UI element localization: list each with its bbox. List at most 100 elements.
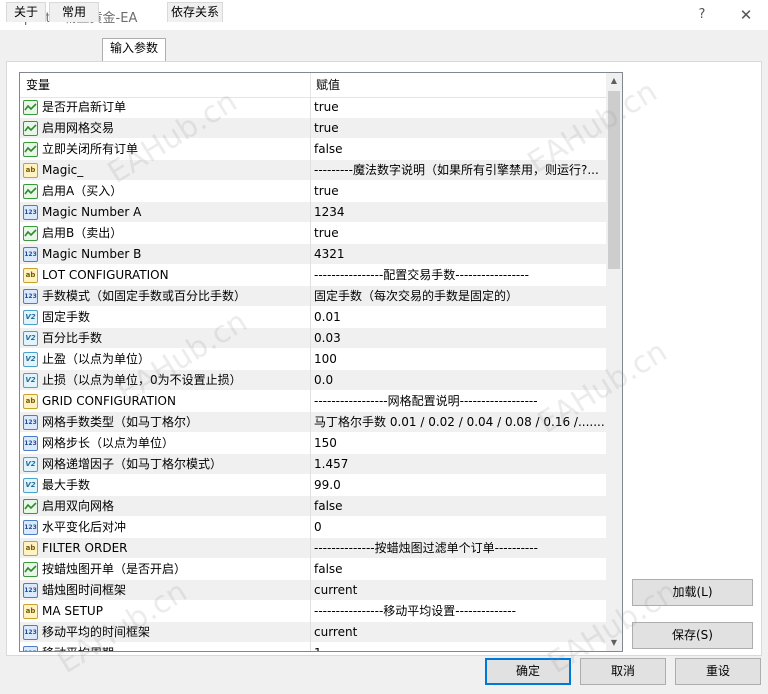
parameter-row[interactable]: 123 移动平均的时间框架 current	[20, 622, 606, 643]
tab-common[interactable]: 常用	[49, 2, 99, 22]
parameter-row[interactable]: 123 蜡烛图时间框架 current	[20, 580, 606, 601]
value-cell[interactable]: --------------按蜡烛图过滤单个订单----------	[311, 538, 609, 559]
value-cell[interactable]: 固定手数（每次交易的手数是固定的）	[311, 286, 609, 307]
value-cell[interactable]: 1.457	[311, 454, 609, 475]
parameter-row[interactable]: 123 网格步长（以点为单位） 150	[20, 433, 606, 454]
parameter-row[interactable]: 按蜡烛图开单（是否开启） false	[20, 559, 606, 580]
value-cell[interactable]: ----------------移动平均设置--------------	[311, 601, 609, 622]
value-cell[interactable]: 0	[311, 517, 609, 538]
value-cell[interactable]: -----------------网格配置说明-----------------…	[311, 391, 609, 412]
value-cell[interactable]: true	[311, 223, 609, 244]
close-button[interactable]: ✕	[734, 4, 758, 26]
variable-cell[interactable]: V2 止盈（以点为单位）	[20, 349, 310, 370]
value-cell[interactable]: false	[311, 139, 609, 160]
parameter-row[interactable]: 123 Magic Number A 1234	[20, 202, 606, 223]
parameter-row[interactable]: ab FILTER ORDER --------------按蜡烛图过滤单个订单--…	[20, 538, 606, 559]
variable-cell[interactable]: V2 止损（以点为单位，0为不设置止损）	[20, 370, 310, 391]
parameter-row[interactable]: V2 最大手数 99.0	[20, 475, 606, 496]
scroll-down-icon[interactable]: ▼	[606, 635, 622, 651]
value-cell[interactable]: 4321	[311, 244, 609, 265]
value-cell[interactable]: 1	[311, 643, 609, 651]
parameter-row[interactable]: V2 网格递增因子（如马丁格尔模式） 1.457	[20, 454, 606, 475]
scroll-thumb[interactable]	[608, 91, 620, 269]
tab-dependencies[interactable]: 依存关系	[167, 2, 223, 22]
value-cell[interactable]: 99.0	[311, 475, 609, 496]
variable-cell[interactable]: 启用B（卖出）	[20, 223, 310, 244]
parameter-row[interactable]: V2 固定手数 0.01	[20, 307, 606, 328]
parameter-row[interactable]: ab MA SETUP ----------------移动平均设置--------…	[20, 601, 606, 622]
variable-cell[interactable]: 123 蜡烛图时间框架	[20, 580, 310, 601]
variable-cell[interactable]: V2 网格递增因子（如马丁格尔模式）	[20, 454, 310, 475]
tab-about[interactable]: 关于	[6, 2, 46, 22]
parameter-row[interactable]: ab LOT CONFIGURATION ----------------配置交易手…	[20, 265, 606, 286]
vertical-scrollbar[interactable]: ▲ ▼	[606, 73, 622, 651]
value-cell[interactable]: ---------魔法数字说明（如果所有引擎禁用，则运行?...	[311, 160, 609, 181]
value-cell[interactable]: current	[311, 622, 609, 643]
variable-cell[interactable]: 123 手数模式（如固定手数或百分比手数）	[20, 286, 310, 307]
variable-cell[interactable]: 123 Magic Number A	[20, 202, 310, 223]
value-cell[interactable]: 0.0	[311, 370, 609, 391]
parameter-row[interactable]: ab GRID CONFIGURATION -----------------网格配…	[20, 391, 606, 412]
variable-cell[interactable]: V2 百分比手数	[20, 328, 310, 349]
parameter-row[interactable]: 123 手数模式（如固定手数或百分比手数） 固定手数（每次交易的手数是固定的）	[20, 286, 606, 307]
value-cell[interactable]: 0.03	[311, 328, 609, 349]
variable-cell[interactable]: 123 移动平均周期	[20, 643, 310, 651]
variable-cell[interactable]: 启用网格交易	[20, 118, 310, 139]
parameter-row[interactable]: 启用双向网格 false	[20, 496, 606, 517]
value-cell[interactable]: true	[311, 181, 609, 202]
parameter-row[interactable]: V2 百分比手数 0.03	[20, 328, 606, 349]
value-cell[interactable]: true	[311, 97, 609, 118]
variable-cell[interactable]: 123 网格手数类型（如马丁格尔）	[20, 412, 310, 433]
variable-cell[interactable]: ab GRID CONFIGURATION	[20, 391, 310, 412]
variable-cell[interactable]: 启用A（买入）	[20, 181, 310, 202]
value-cell[interactable]: 150	[311, 433, 609, 454]
variable-cell[interactable]: V2 最大手数	[20, 475, 310, 496]
value-cell[interactable]: false	[311, 496, 609, 517]
variable-cell[interactable]: 按蜡烛图开单（是否开启）	[20, 559, 310, 580]
variable-cell[interactable]: 123 网格步长（以点为单位）	[20, 433, 310, 454]
variable-cell[interactable]: 123 Magic Number B	[20, 244, 310, 265]
variable-cell[interactable]: V2 固定手数	[20, 307, 310, 328]
parameter-row[interactable]: 123 水平变化后对冲 0	[20, 517, 606, 538]
value-cell[interactable]: 1234	[311, 202, 609, 223]
value-cell[interactable]: ----------------配置交易手数-----------------	[311, 265, 609, 286]
variable-cell[interactable]: ab FILTER ORDER	[20, 538, 310, 559]
tab-inputs[interactable]: 输入参数	[102, 38, 166, 61]
load-button[interactable]: 加载(L)	[632, 579, 753, 606]
help-button[interactable]: ?	[690, 4, 714, 26]
parameter-row[interactable]: V2 止盈（以点为单位） 100	[20, 349, 606, 370]
reset-button[interactable]: 重设	[675, 658, 761, 685]
parameter-row[interactable]: 启用B（卖出） true	[20, 223, 606, 244]
variable-cell[interactable]: 立即关闭所有订单	[20, 139, 310, 160]
variable-cell[interactable]: 启用双向网格	[20, 496, 310, 517]
value-cell[interactable]: false	[311, 559, 609, 580]
value-cell[interactable]: 100	[311, 349, 609, 370]
parameter-row[interactable]: 启用A（买入） true	[20, 181, 606, 202]
parameter-row[interactable]: 启用网格交易 true	[20, 118, 606, 139]
ok-button[interactable]: 确定	[485, 658, 571, 685]
scroll-up-icon[interactable]: ▲	[606, 73, 622, 89]
variable-cell[interactable]: 123 水平变化后对冲	[20, 517, 310, 538]
parameter-row[interactable]: 是否开启新订单 true	[20, 97, 606, 118]
parameter-row[interactable]: 立即关闭所有订单 false	[20, 139, 606, 160]
value-cell[interactable]: 马丁格尔手数 0.01 / 0.02 / 0.04 / 0.08 / 0.16 …	[311, 412, 609, 433]
parameter-row[interactable]: 123 网格手数类型（如马丁格尔） 马丁格尔手数 0.01 / 0.02 / 0.0…	[20, 412, 606, 433]
parameter-row[interactable]: V2 止损（以点为单位，0为不设置止损） 0.0	[20, 370, 606, 391]
value-cell[interactable]: current	[311, 580, 609, 601]
value-cell[interactable]: true	[311, 118, 609, 139]
column-header-value[interactable]: 赋值	[316, 73, 340, 97]
save-button[interactable]: 保存(S)	[632, 622, 753, 649]
variable-cell[interactable]: 123 移动平均的时间框架	[20, 622, 310, 643]
cancel-button[interactable]: 取消	[580, 658, 666, 685]
parameter-row[interactable]: ab Magic_ ---------魔法数字说明（如果所有引擎禁用，则运行?...	[20, 160, 606, 181]
parameter-row[interactable]: 123 Magic Number B 4321	[20, 244, 606, 265]
variable-cell[interactable]: 是否开启新订单	[20, 97, 310, 118]
column-header-variable[interactable]: 变量	[26, 73, 50, 97]
variable-cell[interactable]: ab Magic_	[20, 160, 310, 181]
variable-cell[interactable]: ab MA SETUP	[20, 601, 310, 622]
parameter-row[interactable]: 123 移动平均周期 1	[20, 643, 609, 651]
value-cell[interactable]: 0.01	[311, 307, 609, 328]
column-divider[interactable]	[310, 73, 311, 97]
parameters-grid[interactable]: 变量 赋值 是否开启新订单 true 启用网格交易 true 立即关闭所有订单 false…	[19, 72, 623, 652]
variable-cell[interactable]: ab LOT CONFIGURATION	[20, 265, 310, 286]
